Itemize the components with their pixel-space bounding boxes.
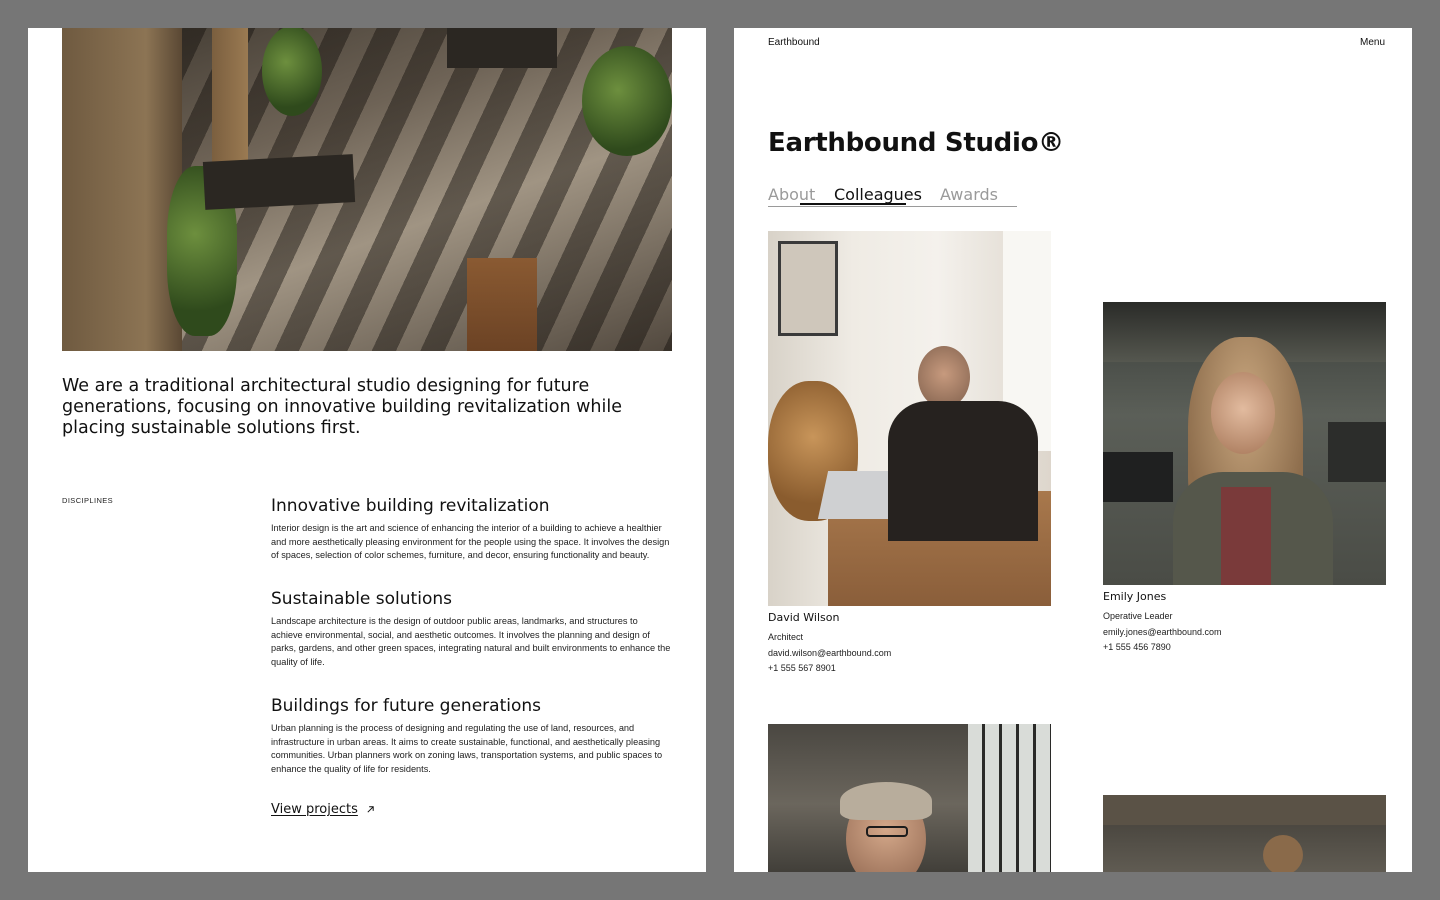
colleague-role: Architect: [768, 632, 804, 642]
studio-intro-text: We are a traditional architectural studi…: [62, 376, 622, 438]
colleague-card[interactable]: [768, 724, 1051, 872]
tab-awards[interactable]: Awards: [940, 185, 998, 204]
page-title: Earthbound Studio®: [768, 128, 1064, 158]
discipline-item: Sustainable solutions Landscape architec…: [271, 589, 671, 669]
colleague-phone[interactable]: +1 555 567 8901: [768, 661, 1051, 677]
tab-about[interactable]: About: [768, 185, 815, 204]
arrow-up-right-icon: [367, 806, 374, 813]
brand-logo-text[interactable]: Earthbound: [768, 37, 820, 48]
colleague-name: Emily Jones: [1103, 590, 1167, 603]
colleague-photo: [1103, 302, 1386, 585]
colleague-card[interactable]: David Wilson Architect david.wilson@eart…: [768, 231, 1051, 677]
discipline-item: Buildings for future generations Urban p…: [271, 696, 671, 776]
active-tab-indicator: [800, 203, 906, 205]
discipline-item: Innovative building revitalization Inter…: [271, 496, 671, 563]
discipline-title: Innovative building revitalization: [271, 496, 550, 516]
tab-colleagues[interactable]: Colleagues: [834, 185, 922, 204]
colleague-card[interactable]: Emily Jones Operative Leader emily.jones…: [1103, 302, 1386, 656]
discipline-text: Interior design is the art and science o…: [271, 523, 670, 561]
colleague-email[interactable]: david.wilson@earthbound.com: [768, 646, 1051, 662]
colleague-email[interactable]: emily.jones@earthbound.com: [1103, 625, 1386, 641]
colleague-role: Operative Leader: [1103, 611, 1173, 621]
about-page-panel: We are a traditional architectural studi…: [28, 28, 706, 872]
discipline-title: Buildings for future generations: [271, 696, 541, 716]
colleague-photo: [768, 231, 1051, 606]
colleague-photo: [768, 724, 1051, 872]
colleagues-page-panel: Earthbound Menu Earthbound Studio® About…: [734, 28, 1412, 872]
view-projects-link[interactable]: View projects: [271, 802, 375, 817]
discipline-text: Landscape architecture is the design of …: [271, 616, 671, 667]
colleague-photo: [1103, 795, 1386, 872]
colleague-phone[interactable]: +1 555 456 7890: [1103, 640, 1386, 656]
colleague-name: David Wilson: [768, 611, 840, 624]
discipline-title: Sustainable solutions: [271, 589, 452, 609]
view-projects-label: View projects: [271, 802, 358, 817]
studio-atrium-photo: [62, 28, 672, 351]
disciplines-label: DISCIPLINES: [62, 496, 114, 505]
discipline-text: Urban planning is the process of designi…: [271, 723, 663, 774]
colleague-card[interactable]: [1103, 795, 1386, 872]
menu-button[interactable]: Menu: [1360, 37, 1385, 48]
